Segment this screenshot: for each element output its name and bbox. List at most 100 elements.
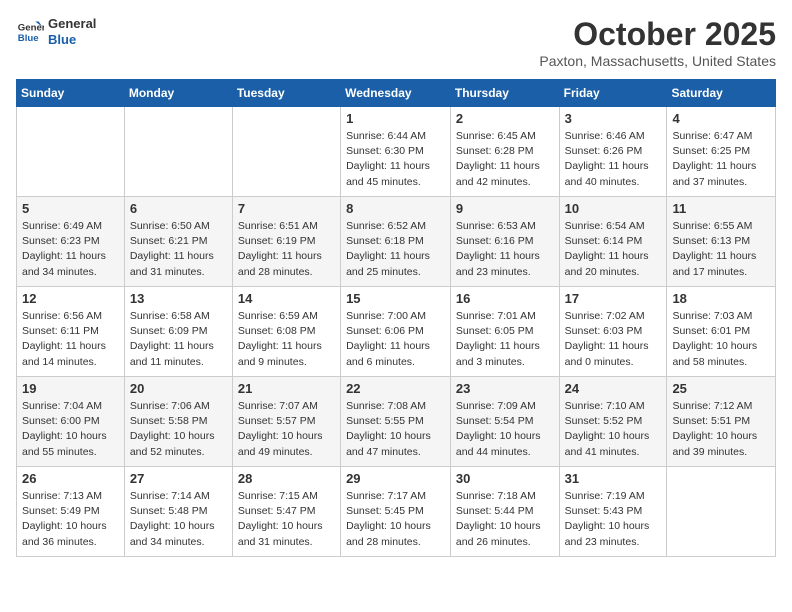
day-number: 1	[346, 111, 445, 126]
calendar-cell: 6Sunrise: 6:50 AM Sunset: 6:21 PM Daylig…	[124, 197, 232, 287]
calendar-week-row: 1 Sunrise: 6:44 AM Sunset: 6:30 PM Daylig…	[17, 107, 776, 197]
calendar-cell: 31Sunrise: 7:19 AM Sunset: 5:43 PM Dayli…	[559, 467, 667, 557]
day-info: Sunrise: 6:44 AM Sunset: 6:30 PM Dayligh…	[346, 129, 445, 190]
day-info: Sunrise: 7:17 AM Sunset: 5:45 PM Dayligh…	[346, 489, 445, 550]
day-info: Sunrise: 7:00 AM Sunset: 6:06 PM Dayligh…	[346, 309, 445, 370]
calendar-cell: 5 Sunrise: 6:49 AM Sunset: 6:23 PM Daylig…	[17, 197, 125, 287]
calendar-cell: 7 Sunrise: 6:51 AM Sunset: 6:19 PM Daylig…	[232, 197, 340, 287]
logo-general: General	[48, 16, 96, 32]
day-info: Sunrise: 7:03 AM Sunset: 6:01 PM Dayligh…	[672, 309, 770, 370]
day-number: 5	[22, 201, 119, 216]
day-info: Sunrise: 7:01 AM Sunset: 6:05 PM Dayligh…	[456, 309, 554, 370]
calendar-cell: 10 Sunrise: 6:54 AM Sunset: 6:14 PM Dayli…	[559, 197, 667, 287]
location-subtitle: Paxton, Massachusetts, United States	[539, 53, 776, 69]
day-info: Sunrise: 6:45 AM Sunset: 6:28 PM Dayligh…	[456, 129, 554, 190]
day-number: 28	[238, 471, 335, 486]
day-number: 7	[238, 201, 335, 216]
day-number: 16	[456, 291, 554, 306]
day-number: 24	[565, 381, 662, 396]
calendar-cell: 12Sunrise: 6:56 AM Sunset: 6:11 PM Dayli…	[17, 287, 125, 377]
calendar-cell: 16 Sunrise: 7:01 AM Sunset: 6:05 PM Dayli…	[450, 287, 559, 377]
day-number: 29	[346, 471, 445, 486]
calendar-cell	[17, 107, 125, 197]
day-info: Sunrise: 7:02 AM Sunset: 6:03 PM Dayligh…	[565, 309, 662, 370]
calendar-cell: 20 Sunrise: 7:06 AM Sunset: 5:58 PM Dayli…	[124, 377, 232, 467]
calendar-cell: 15Sunrise: 7:00 AM Sunset: 6:06 PM Dayli…	[341, 287, 451, 377]
day-info: Sunrise: 7:18 AM Sunset: 5:44 PM Dayligh…	[456, 489, 554, 550]
day-number: 23	[456, 381, 554, 396]
day-info: Sunrise: 7:08 AM Sunset: 5:55 PM Dayligh…	[346, 399, 445, 460]
calendar-cell: 13Sunrise: 6:58 AM Sunset: 6:09 PM Dayli…	[124, 287, 232, 377]
day-info: Sunrise: 6:52 AM Sunset: 6:18 PM Dayligh…	[346, 219, 445, 280]
day-info: Sunrise: 7:07 AM Sunset: 5:57 PM Dayligh…	[238, 399, 335, 460]
calendar-cell: 2 Sunrise: 6:45 AM Sunset: 6:28 PM Daylig…	[450, 107, 559, 197]
day-info: Sunrise: 7:09 AM Sunset: 5:54 PM Dayligh…	[456, 399, 554, 460]
day-info: Sunrise: 6:51 AM Sunset: 6:19 PM Dayligh…	[238, 219, 335, 280]
weekday-header-saturday: Saturday	[667, 80, 776, 107]
calendar-cell: 24 Sunrise: 7:10 AM Sunset: 5:52 PM Dayli…	[559, 377, 667, 467]
title-block: October 2025 Paxton, Massachusetts, Unit…	[539, 16, 776, 69]
weekday-header-wednesday: Wednesday	[341, 80, 451, 107]
day-number: 9	[456, 201, 554, 216]
day-info: Sunrise: 7:15 AM Sunset: 5:47 PM Dayligh…	[238, 489, 335, 550]
day-number: 30	[456, 471, 554, 486]
day-info: Sunrise: 7:13 AM Sunset: 5:49 PM Dayligh…	[22, 489, 119, 550]
day-info: Sunrise: 7:14 AM Sunset: 5:48 PM Dayligh…	[130, 489, 227, 550]
calendar-cell: 22Sunrise: 7:08 AM Sunset: 5:55 PM Dayli…	[341, 377, 451, 467]
day-number: 11	[672, 201, 770, 216]
day-info: Sunrise: 6:55 AM Sunset: 6:13 PM Dayligh…	[672, 219, 770, 280]
calendar-cell: 25 Sunrise: 7:12 AM Sunset: 5:51 PM Dayli…	[667, 377, 776, 467]
day-number: 10	[565, 201, 662, 216]
calendar-cell: 3Sunrise: 6:46 AM Sunset: 6:26 PM Daylig…	[559, 107, 667, 197]
weekday-header-row: SundayMondayTuesdayWednesdayThursdayFrid…	[17, 80, 776, 107]
day-number: 20	[130, 381, 227, 396]
day-info: Sunrise: 6:49 AM Sunset: 6:23 PM Dayligh…	[22, 219, 119, 280]
calendar-cell: 14 Sunrise: 6:59 AM Sunset: 6:08 PM Dayli…	[232, 287, 340, 377]
calendar-week-row: 12Sunrise: 6:56 AM Sunset: 6:11 PM Dayli…	[17, 287, 776, 377]
page-header: General Blue General Blue October 2025 P…	[16, 16, 776, 69]
weekday-header-sunday: Sunday	[17, 80, 125, 107]
weekday-header-tuesday: Tuesday	[232, 80, 340, 107]
day-number: 17	[565, 291, 662, 306]
calendar-cell: 26Sunrise: 7:13 AM Sunset: 5:49 PM Dayli…	[17, 467, 125, 557]
day-info: Sunrise: 6:53 AM Sunset: 6:16 PM Dayligh…	[456, 219, 554, 280]
day-number: 14	[238, 291, 335, 306]
day-number: 27	[130, 471, 227, 486]
day-info: Sunrise: 6:54 AM Sunset: 6:14 PM Dayligh…	[565, 219, 662, 280]
calendar-week-row: 26Sunrise: 7:13 AM Sunset: 5:49 PM Dayli…	[17, 467, 776, 557]
day-number: 6	[130, 201, 227, 216]
day-number: 8	[346, 201, 445, 216]
day-info: Sunrise: 7:10 AM Sunset: 5:52 PM Dayligh…	[565, 399, 662, 460]
calendar-cell	[124, 107, 232, 197]
calendar-cell: 28 Sunrise: 7:15 AM Sunset: 5:47 PM Dayli…	[232, 467, 340, 557]
day-info: Sunrise: 6:59 AM Sunset: 6:08 PM Dayligh…	[238, 309, 335, 370]
day-number: 18	[672, 291, 770, 306]
calendar-cell	[667, 467, 776, 557]
day-info: Sunrise: 6:58 AM Sunset: 6:09 PM Dayligh…	[130, 309, 227, 370]
weekday-header-thursday: Thursday	[450, 80, 559, 107]
calendar-week-row: 5 Sunrise: 6:49 AM Sunset: 6:23 PM Daylig…	[17, 197, 776, 287]
day-number: 31	[565, 471, 662, 486]
calendar-cell: 29 Sunrise: 7:17 AM Sunset: 5:45 PM Dayli…	[341, 467, 451, 557]
day-info: Sunrise: 7:12 AM Sunset: 5:51 PM Dayligh…	[672, 399, 770, 460]
calendar-cell: 21 Sunrise: 7:07 AM Sunset: 5:57 PM Dayli…	[232, 377, 340, 467]
svg-text:Blue: Blue	[18, 32, 39, 43]
weekday-header-friday: Friday	[559, 80, 667, 107]
calendar-cell: 9 Sunrise: 6:53 AM Sunset: 6:16 PM Daylig…	[450, 197, 559, 287]
day-number: 21	[238, 381, 335, 396]
calendar-cell: 19Sunrise: 7:04 AM Sunset: 6:00 PM Dayli…	[17, 377, 125, 467]
day-info: Sunrise: 7:06 AM Sunset: 5:58 PM Dayligh…	[130, 399, 227, 460]
calendar-cell: 30 Sunrise: 7:18 AM Sunset: 5:44 PM Dayli…	[450, 467, 559, 557]
day-info: Sunrise: 6:47 AM Sunset: 6:25 PM Dayligh…	[672, 129, 770, 190]
day-number: 19	[22, 381, 119, 396]
weekday-header-monday: Monday	[124, 80, 232, 107]
calendar-week-row: 19Sunrise: 7:04 AM Sunset: 6:00 PM Dayli…	[17, 377, 776, 467]
calendar-cell: 1 Sunrise: 6:44 AM Sunset: 6:30 PM Daylig…	[341, 107, 451, 197]
logo: General Blue General Blue	[16, 16, 96, 47]
calendar-cell: 8 Sunrise: 6:52 AM Sunset: 6:18 PM Daylig…	[341, 197, 451, 287]
day-number: 4	[672, 111, 770, 126]
calendar-cell: 23 Sunrise: 7:09 AM Sunset: 5:54 PM Dayli…	[450, 377, 559, 467]
day-number: 25	[672, 381, 770, 396]
calendar-cell	[232, 107, 340, 197]
day-number: 2	[456, 111, 554, 126]
